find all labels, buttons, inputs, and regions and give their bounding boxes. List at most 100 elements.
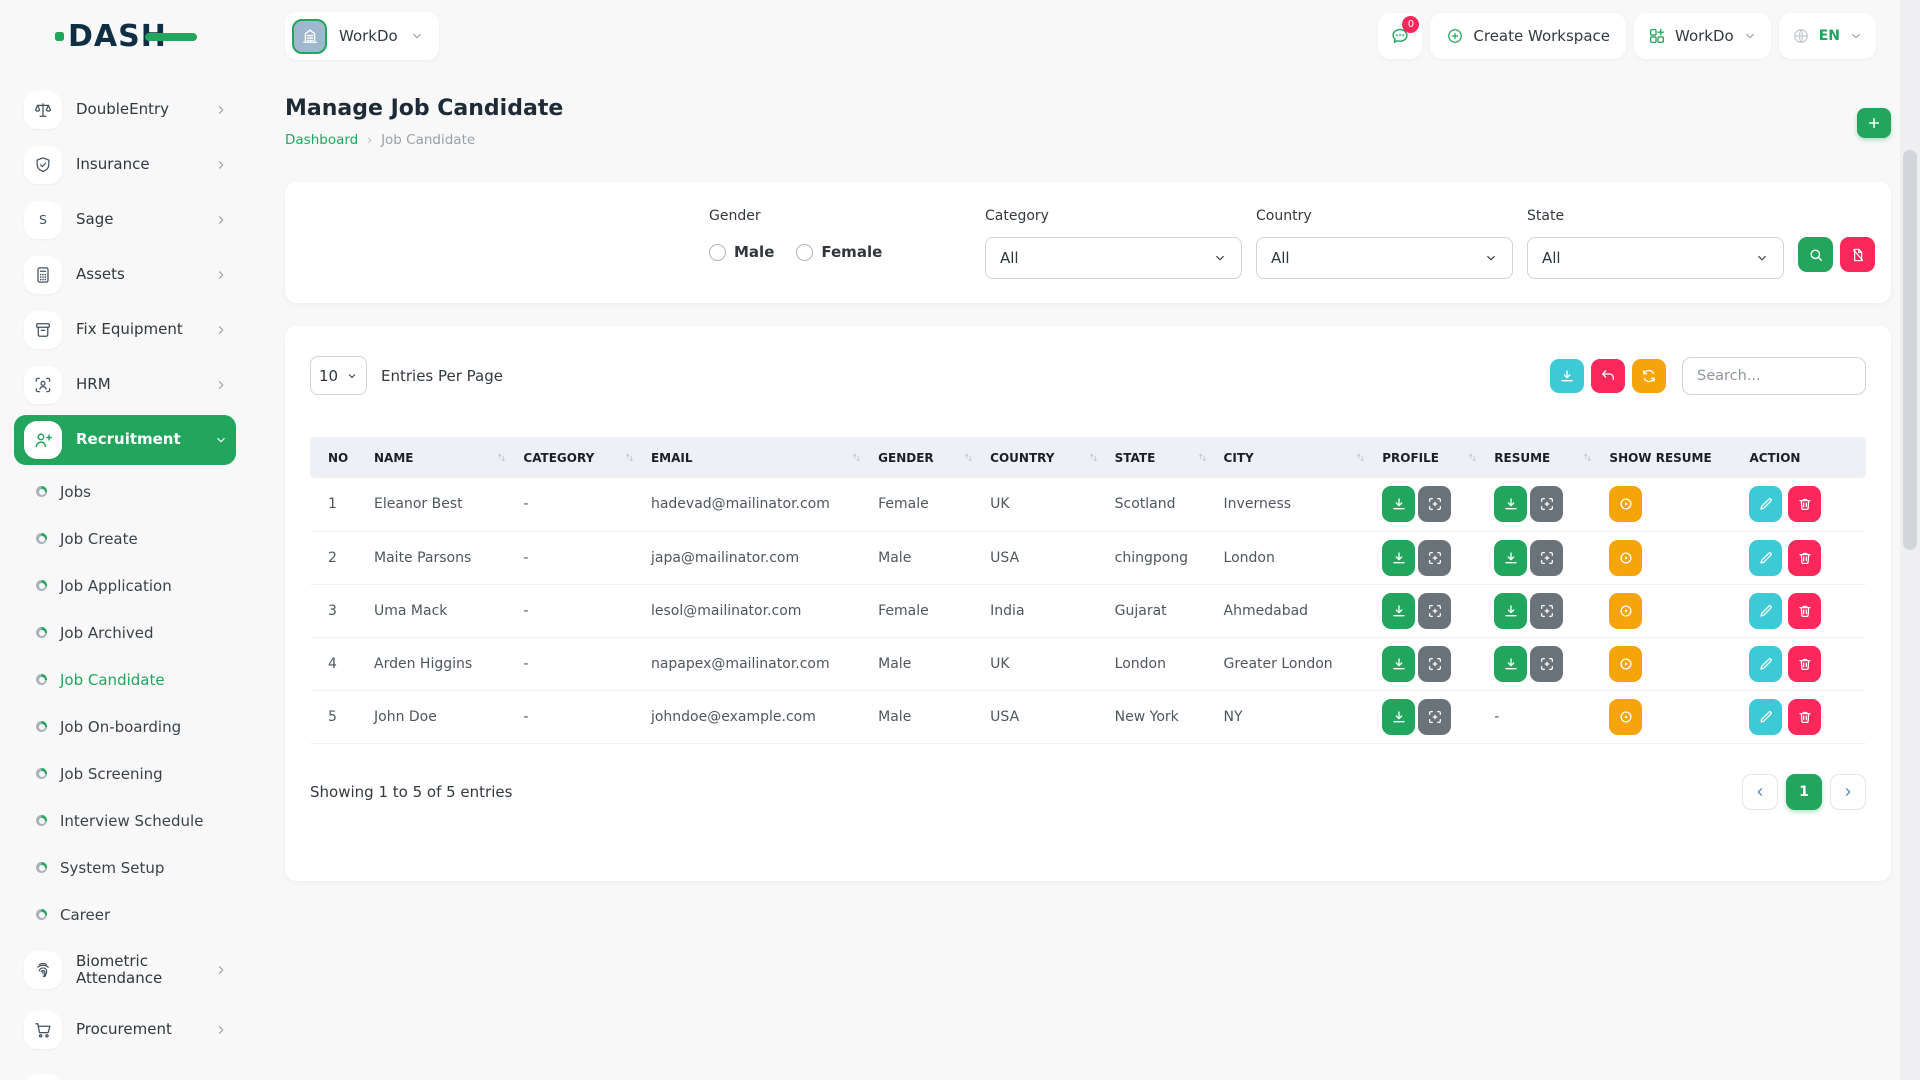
column-header-country[interactable]: COUNTRY	[982, 437, 1106, 478]
sidebar-subitem-jobs[interactable]: Jobs	[14, 468, 236, 515]
sidebar-subitem-job-create[interactable]: Job Create	[14, 515, 236, 562]
reset-button[interactable]	[1591, 359, 1625, 393]
delete-candidate-button[interactable]	[1788, 540, 1821, 576]
pagination-page-1[interactable]: 1	[1786, 774, 1822, 810]
profile-preview-button[interactable]	[1418, 646, 1451, 682]
sidebar-subitem-system-setup[interactable]: System Setup	[14, 844, 236, 891]
breadcrumb: Dashboard › Job Candidate	[285, 132, 563, 148]
breadcrumb-dashboard-link[interactable]: Dashboard	[285, 132, 358, 148]
sort-icon[interactable]	[851, 452, 862, 463]
create-workspace-button[interactable]: Create Workspace	[1430, 13, 1626, 59]
sidebar-item-biometric-attendance[interactable]: Biometric Attendance	[14, 938, 236, 1002]
sidebar-item-procurement[interactable]: Procurement	[14, 1002, 236, 1057]
edit-candidate-button[interactable]	[1749, 593, 1782, 629]
radio-female[interactable]	[796, 244, 813, 261]
country-select[interactable]: All	[1256, 237, 1513, 279]
language-selector[interactable]: EN	[1779, 13, 1876, 59]
resume-preview-button[interactable]	[1530, 646, 1563, 682]
column-header-state[interactable]: STATE	[1107, 437, 1216, 478]
sidebar-item-hrm[interactable]: HRM	[14, 357, 236, 412]
edit-candidate-button[interactable]	[1749, 646, 1782, 682]
column-header-category[interactable]: CATEGORY	[515, 437, 643, 478]
delete-candidate-button[interactable]	[1788, 486, 1821, 522]
pagination-next-button[interactable]	[1830, 774, 1866, 810]
sidebar-subitem-job-application[interactable]: Job Application	[14, 562, 236, 609]
sidebar-item-doubleentry[interactable]: DoubleEntry	[14, 82, 236, 137]
resume-download-button[interactable]	[1494, 646, 1527, 682]
sort-icon[interactable]	[624, 452, 635, 463]
column-header-resume[interactable]: RESUME	[1486, 437, 1601, 478]
sidebar-item-recruitment[interactable]: Recruitment	[14, 415, 236, 465]
profile-preview-button[interactable]	[1418, 486, 1451, 522]
column-header-email[interactable]: EMAIL	[643, 437, 870, 478]
messages-button[interactable]: 0	[1378, 13, 1422, 59]
sidebar-subitem-job-screening[interactable]: Job Screening	[14, 750, 236, 797]
resume-download-button[interactable]	[1494, 593, 1527, 629]
search-input[interactable]	[1682, 357, 1866, 395]
sidebar-subitem-job-on-boarding[interactable]: Job On-boarding	[14, 703, 236, 750]
gender-female-option[interactable]: Female	[796, 243, 882, 261]
show-resume-button[interactable]	[1609, 486, 1642, 522]
app-menu-selector[interactable]: WorkDo	[1634, 13, 1771, 59]
gender-male-option[interactable]: Male	[709, 243, 774, 261]
show-resume-button[interactable]	[1609, 540, 1642, 576]
radio-male[interactable]	[709, 244, 726, 261]
show-resume-button[interactable]	[1609, 593, 1642, 629]
column-header-profile[interactable]: PROFILE	[1374, 437, 1486, 478]
profile-download-button[interactable]	[1382, 486, 1415, 522]
edit-candidate-button[interactable]	[1749, 540, 1782, 576]
sort-icon[interactable]	[496, 452, 507, 463]
pagination-prev-button[interactable]	[1742, 774, 1778, 810]
sort-icon[interactable]	[1582, 452, 1593, 463]
sort-icon[interactable]	[1088, 452, 1099, 463]
show-resume-button[interactable]	[1609, 646, 1642, 682]
workspace-selector[interactable]: WorkDo	[285, 12, 439, 60]
filter-reset-button[interactable]	[1840, 237, 1875, 272]
profile-download-button[interactable]	[1382, 646, 1415, 682]
profile-download-button[interactable]	[1382, 540, 1415, 576]
column-header-name[interactable]: NAME	[366, 437, 515, 478]
sidebar-item-insurance[interactable]: Insurance	[14, 137, 236, 192]
sidebar-subitem-career[interactable]: Career	[14, 891, 236, 938]
resume-preview-button[interactable]	[1530, 593, 1563, 629]
sidebar-subitem-job-candidate[interactable]: Job Candidate	[14, 656, 236, 703]
profile-preview-button[interactable]	[1418, 699, 1451, 735]
filter-search-button[interactable]	[1798, 237, 1833, 272]
edit-candidate-button[interactable]	[1749, 699, 1782, 735]
resume-download-button[interactable]	[1494, 486, 1527, 522]
dash-logo[interactable]: DASH	[68, 19, 167, 54]
export-button[interactable]	[1550, 359, 1584, 393]
sidebar-item-partial[interactable]	[14, 1065, 236, 1080]
profile-preview-button[interactable]	[1418, 540, 1451, 576]
show-resume-button[interactable]	[1609, 699, 1642, 735]
refresh-button[interactable]	[1632, 359, 1666, 393]
profile-download-button[interactable]	[1382, 593, 1415, 629]
delete-candidate-button[interactable]	[1788, 646, 1821, 682]
cell-name: Uma Mack	[366, 584, 515, 637]
edit-candidate-button[interactable]	[1749, 486, 1782, 522]
sort-icon[interactable]	[963, 452, 974, 463]
sidebar-subitem-interview-schedule[interactable]: Interview Schedule	[14, 797, 236, 844]
page-scrollbar	[1900, 0, 1920, 1080]
sidebar-item-sage[interactable]: SSage	[14, 192, 236, 247]
sidebar-subitem-job-archived[interactable]: Job Archived	[14, 609, 236, 656]
resume-preview-button[interactable]	[1530, 540, 1563, 576]
entries-per-page-select[interactable]: 10	[310, 356, 367, 395]
column-header-gender[interactable]: GENDER	[870, 437, 982, 478]
sort-icon[interactable]	[1355, 452, 1366, 463]
delete-candidate-button[interactable]	[1788, 593, 1821, 629]
resume-download-button[interactable]	[1494, 540, 1527, 576]
state-select[interactable]: All	[1527, 237, 1784, 279]
delete-candidate-button[interactable]	[1788, 699, 1821, 735]
sidebar-item-assets[interactable]: Assets	[14, 247, 236, 302]
resume-preview-button[interactable]	[1530, 486, 1563, 522]
add-candidate-button[interactable]	[1857, 108, 1891, 138]
sort-icon[interactable]	[1197, 452, 1208, 463]
profile-preview-button[interactable]	[1418, 593, 1451, 629]
scrollbar-thumb[interactable]	[1903, 150, 1917, 550]
profile-download-button[interactable]	[1382, 699, 1415, 735]
sort-icon[interactable]	[1467, 452, 1478, 463]
sidebar-item-fix-equipment[interactable]: Fix Equipment	[14, 302, 236, 357]
column-header-city[interactable]: CITY	[1216, 437, 1375, 478]
category-select[interactable]: All	[985, 237, 1242, 279]
